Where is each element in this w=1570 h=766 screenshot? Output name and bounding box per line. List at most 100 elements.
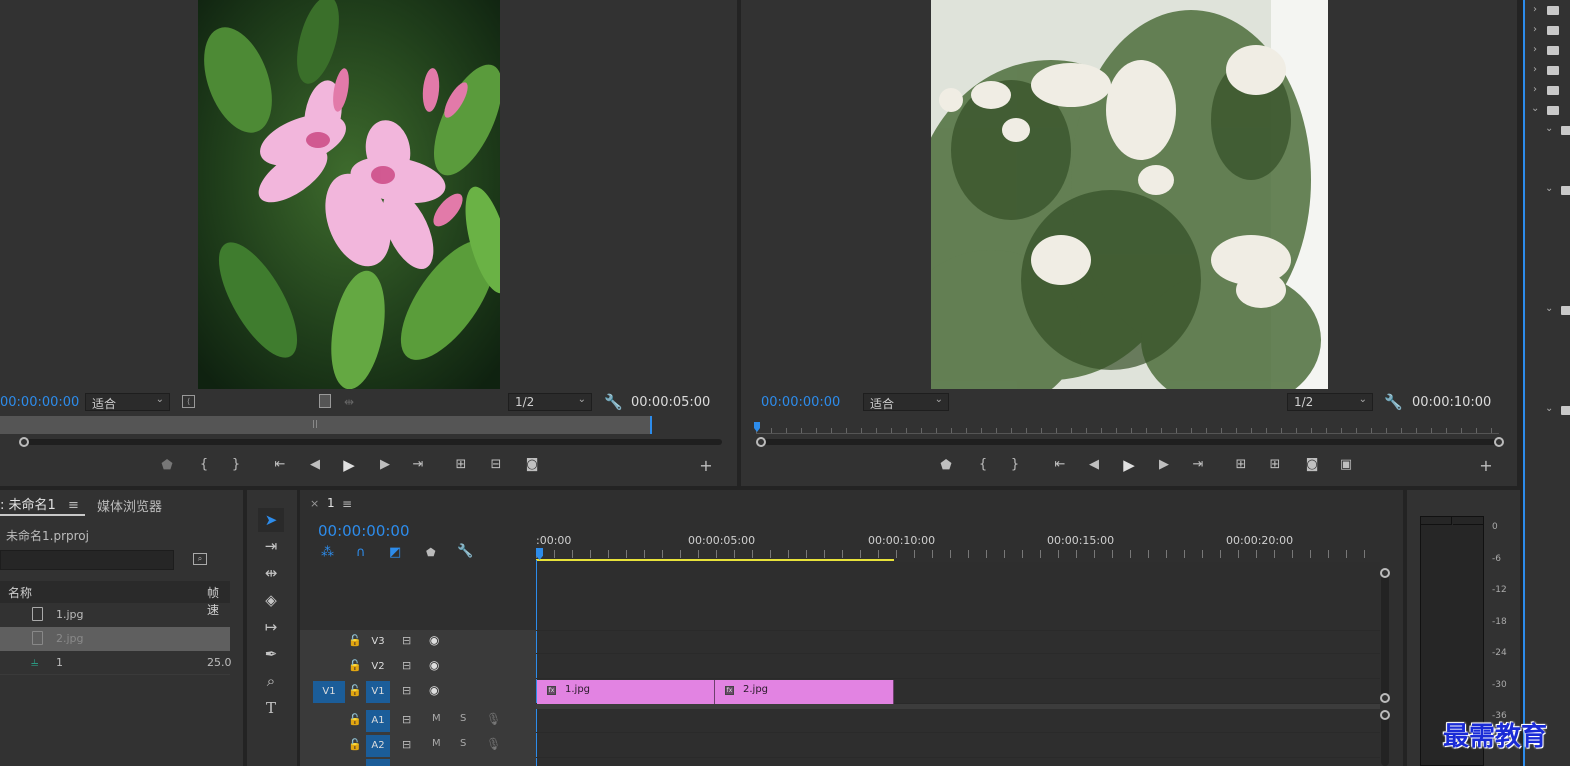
chevron-right-icon[interactable]: › xyxy=(1533,64,1537,75)
chevron-right-icon[interactable]: › xyxy=(1533,24,1537,35)
snap-icon[interactable]: ∩ xyxy=(356,545,366,560)
solo-button[interactable]: S xyxy=(460,738,466,749)
program-time-ruler[interactable] xyxy=(756,422,1499,434)
mark-in-icon[interactable]: { xyxy=(194,457,214,472)
add-marker-icon[interactable]: ⬟ xyxy=(157,458,177,473)
overwrite-icon[interactable]: ⊟ xyxy=(486,457,506,472)
list-item[interactable]: 1.jpg xyxy=(0,603,230,627)
zoom-tool-icon[interactable]: ⌕ xyxy=(258,669,284,693)
chevron-right-icon[interactable]: › xyxy=(1533,44,1537,55)
play-icon[interactable]: ▶ xyxy=(339,456,359,474)
program-zoom-handle-left[interactable] xyxy=(756,437,766,447)
lane-v2[interactable] xyxy=(536,655,1380,679)
lock-icon[interactable]: 🔓 xyxy=(348,634,362,647)
type-tool-icon[interactable]: T xyxy=(258,696,284,720)
source-patch-v1[interactable]: V1 xyxy=(313,681,345,703)
track-name-a1[interactable]: A1 xyxy=(366,710,390,732)
pen-tool-icon[interactable]: ✒ xyxy=(258,642,284,666)
microphone-icon[interactable]: 🎙 xyxy=(486,737,501,751)
panel-menu-icon[interactable]: ≡ xyxy=(68,498,79,513)
list-item[interactable]: 2.jpg xyxy=(0,627,230,651)
sync-lock-icon[interactable]: ⊟ xyxy=(402,713,411,726)
wrench-icon[interactable]: 🔧 xyxy=(604,393,623,411)
sync-lock-icon[interactable]: ⊟ xyxy=(402,659,411,672)
clip[interactable]: fx 2.jpg xyxy=(715,680,894,704)
chevron-down-icon[interactable]: ⌄ xyxy=(1545,403,1553,414)
track-name-a2[interactable]: A2 xyxy=(366,735,390,757)
nest-toggle-icon[interactable]: ⁂ xyxy=(321,545,334,560)
mark-in-icon[interactable]: { xyxy=(973,457,993,472)
microphone-icon[interactable]: 🎙 xyxy=(486,712,501,726)
track-name-v3[interactable]: V3 xyxy=(366,631,390,653)
audio-vertical-scrollbar[interactable] xyxy=(1381,715,1389,766)
compare-view-icon[interactable]: ▣ xyxy=(1336,457,1356,472)
eye-icon[interactable]: ◉ xyxy=(429,633,439,647)
insert-icon[interactable]: ⊞ xyxy=(451,457,471,472)
chevron-down-icon[interactable]: ⌄ xyxy=(1531,103,1539,114)
timeline-settings-wrench-icon[interactable]: 🔧 xyxy=(457,544,473,559)
extract-icon[interactable]: ⊞ xyxy=(1265,457,1285,472)
chevron-down-icon[interactable]: ⌄ xyxy=(1545,123,1553,134)
track-name-v1[interactable]: V1 xyxy=(366,681,390,703)
mark-out-icon[interactable]: } xyxy=(226,457,246,472)
play-icon[interactable]: ▶ xyxy=(1119,456,1139,474)
sync-lock-icon[interactable]: ⊟ xyxy=(402,738,411,751)
tab-media-browser[interactable]: 媒体浏览器 xyxy=(97,496,162,515)
drag-video-icon[interactable] xyxy=(319,394,331,408)
linked-selection-icon[interactable]: ◩ xyxy=(389,545,401,560)
step-back-icon[interactable]: ◀ xyxy=(1084,457,1104,472)
chevron-down-icon[interactable]: ⌄ xyxy=(1545,183,1553,194)
scroll-handle[interactable] xyxy=(1380,710,1390,720)
chevron-right-icon[interactable]: › xyxy=(1533,4,1537,15)
source-zoom-scrollbar[interactable] xyxy=(20,439,722,445)
eye-icon[interactable]: ◉ xyxy=(429,683,439,697)
clip[interactable]: fx 1.jpg xyxy=(537,680,715,704)
mute-button[interactable]: M xyxy=(432,713,441,724)
track-select-tool-icon[interactable]: ⇥ xyxy=(258,534,284,558)
program-timecode-in[interactable]: 00:00:00:00 xyxy=(761,395,840,410)
source-timecode-in[interactable]: 00:00:00:00 xyxy=(0,395,79,410)
ripple-edit-tool-icon[interactable]: ⇹ xyxy=(258,561,284,585)
wrench-icon[interactable]: 🔧 xyxy=(1384,393,1403,411)
list-item[interactable]: ⫨ 1 25.0 xyxy=(0,651,232,675)
clip-indicator-right[interactable] xyxy=(1453,517,1484,525)
lock-icon[interactable]: 🔓 xyxy=(348,713,362,726)
drag-audio-icon[interactable]: ⇹ xyxy=(344,395,354,409)
track-name-v2[interactable]: V2 xyxy=(366,656,390,678)
project-search-input[interactable] xyxy=(0,550,174,570)
source-time-ruler[interactable] xyxy=(0,416,651,434)
chevron-right-icon[interactable]: › xyxy=(1533,84,1537,95)
source-zoom-handle[interactable] xyxy=(19,437,29,447)
timeline-timecode[interactable]: 00:00:00:00 xyxy=(318,522,410,540)
step-back-icon[interactable]: ◀ xyxy=(305,457,325,472)
lock-icon[interactable]: 🔓 xyxy=(348,659,362,672)
go-to-in-icon[interactable]: ⇤ xyxy=(270,457,290,472)
slip-tool-icon[interactable]: ↦ xyxy=(258,615,284,639)
eye-icon[interactable]: ◉ xyxy=(429,658,439,672)
safe-margins-icon[interactable]: ⟨ xyxy=(182,395,195,408)
clip-indicator-left[interactable] xyxy=(1421,517,1452,525)
find-icon[interactable]: ⌕ xyxy=(193,553,207,565)
work-area-bar[interactable] xyxy=(536,559,894,561)
source-resolution-dropdown[interactable]: 1/2 ⌄ xyxy=(508,393,592,411)
selection-tool-icon[interactable]: ➤ xyxy=(258,508,284,532)
mute-button[interactable]: M xyxy=(432,738,441,749)
export-frame-icon[interactable]: ◙ xyxy=(522,457,542,472)
add-marker-icon[interactable]: ⬟ xyxy=(426,546,436,559)
button-editor-plus-icon[interactable]: + xyxy=(1476,456,1496,475)
lane-a1[interactable] xyxy=(536,709,1380,733)
program-fit-dropdown[interactable]: 适合 ⌄ xyxy=(863,393,949,411)
timeline-tab[interactable]: 1 xyxy=(327,496,335,510)
mark-out-icon[interactable]: } xyxy=(1005,457,1025,472)
razor-tool-icon[interactable]: ◈ xyxy=(258,588,284,612)
timeline-ruler[interactable]: :00:00 00:00:05:00 00:00:10:00 00:00:15:… xyxy=(536,530,1380,562)
program-zoom-scrollbar[interactable] xyxy=(761,439,1499,445)
scroll-handle[interactable] xyxy=(1380,693,1390,703)
go-to-out-icon[interactable]: ⇥ xyxy=(408,457,428,472)
tab-project[interactable]: : 未命名1 ≡ xyxy=(0,494,85,516)
export-frame-icon[interactable]: ◙ xyxy=(1302,457,1322,472)
lift-icon[interactable]: ⊞ xyxy=(1231,457,1251,472)
program-resolution-dropdown[interactable]: 1/2 ⌄ xyxy=(1287,393,1373,411)
timeline-close-icon[interactable]: × xyxy=(310,497,319,510)
lock-icon[interactable]: 🔓 xyxy=(348,684,362,697)
